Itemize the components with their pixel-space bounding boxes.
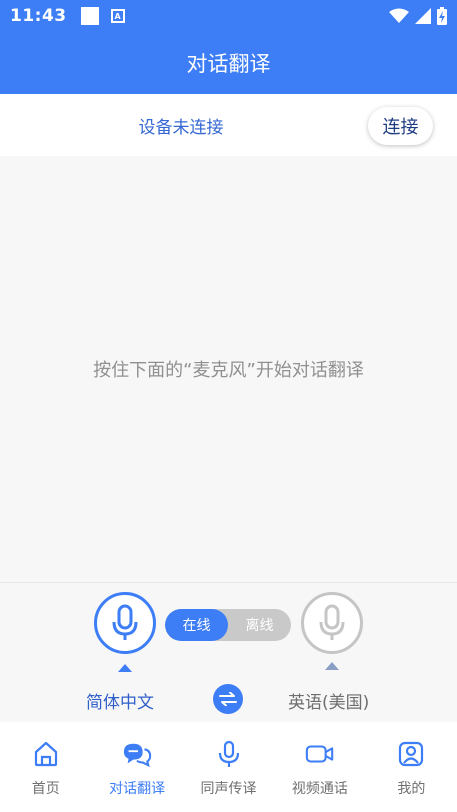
microphone-icon	[112, 604, 138, 640]
nav-item-video-call[interactable]: 视频通话	[274, 722, 365, 812]
nav-item-simultaneous-interpretation[interactable]: 同声传译	[183, 722, 274, 812]
target-mic-button[interactable]	[301, 592, 363, 654]
status-bar: 11:43 A	[0, 0, 457, 32]
nav-item-profile[interactable]: 我的	[366, 722, 457, 812]
source-language-caret-icon	[118, 664, 132, 672]
video-camera-icon	[305, 740, 335, 768]
hint-text: 按住下面的“麦克风”开始对话翻译	[93, 360, 364, 381]
status-time: 11:43	[10, 6, 67, 26]
mode-offline-option[interactable]: 离线	[228, 609, 291, 641]
bottom-nav: 首页 对话翻译 同声传译 视频通话 我的	[0, 722, 457, 812]
status-icons	[389, 7, 447, 25]
user-icon	[396, 740, 426, 768]
title-bar: 对话翻译	[0, 32, 457, 94]
nav-label: 我的	[397, 781, 426, 797]
swap-languages-button[interactable]	[213, 684, 243, 714]
page-title: 对话翻译	[186, 52, 271, 76]
wifi-icon	[389, 8, 409, 23]
microphone-icon	[214, 740, 244, 768]
source-language-selector[interactable]: 简体中文	[86, 686, 154, 714]
device-status-text: 设备未连接	[138, 117, 224, 138]
nav-label: 视频通话	[291, 781, 348, 797]
notification-square-icon	[80, 7, 99, 25]
nav-item-dialogue-translation[interactable]: 对话翻译	[91, 722, 182, 812]
chat-icon	[122, 740, 152, 768]
notification-a-icon: A	[110, 9, 125, 23]
nav-label: 首页	[31, 781, 60, 797]
nav-label: 同声传译	[200, 781, 257, 797]
signal-icon	[415, 8, 431, 24]
conversation-area: 按住下面的“麦克风”开始对话翻译	[0, 156, 457, 582]
source-mic-button[interactable]	[94, 592, 156, 654]
mode-online-option[interactable]: 在线	[165, 609, 228, 641]
connect-button[interactable]: 连接	[368, 107, 433, 145]
nav-label: 对话翻译	[109, 781, 166, 797]
swap-arrows-icon	[219, 692, 237, 706]
target-language-selector[interactable]: 英语(美国)	[288, 686, 369, 714]
microphone-icon	[319, 604, 345, 640]
nav-item-home[interactable]: 首页	[0, 722, 91, 812]
online-offline-toggle[interactable]: 在线 离线	[165, 609, 291, 641]
home-icon	[31, 740, 61, 768]
target-language-caret-icon	[325, 662, 339, 670]
battery-charging-icon	[437, 7, 447, 25]
